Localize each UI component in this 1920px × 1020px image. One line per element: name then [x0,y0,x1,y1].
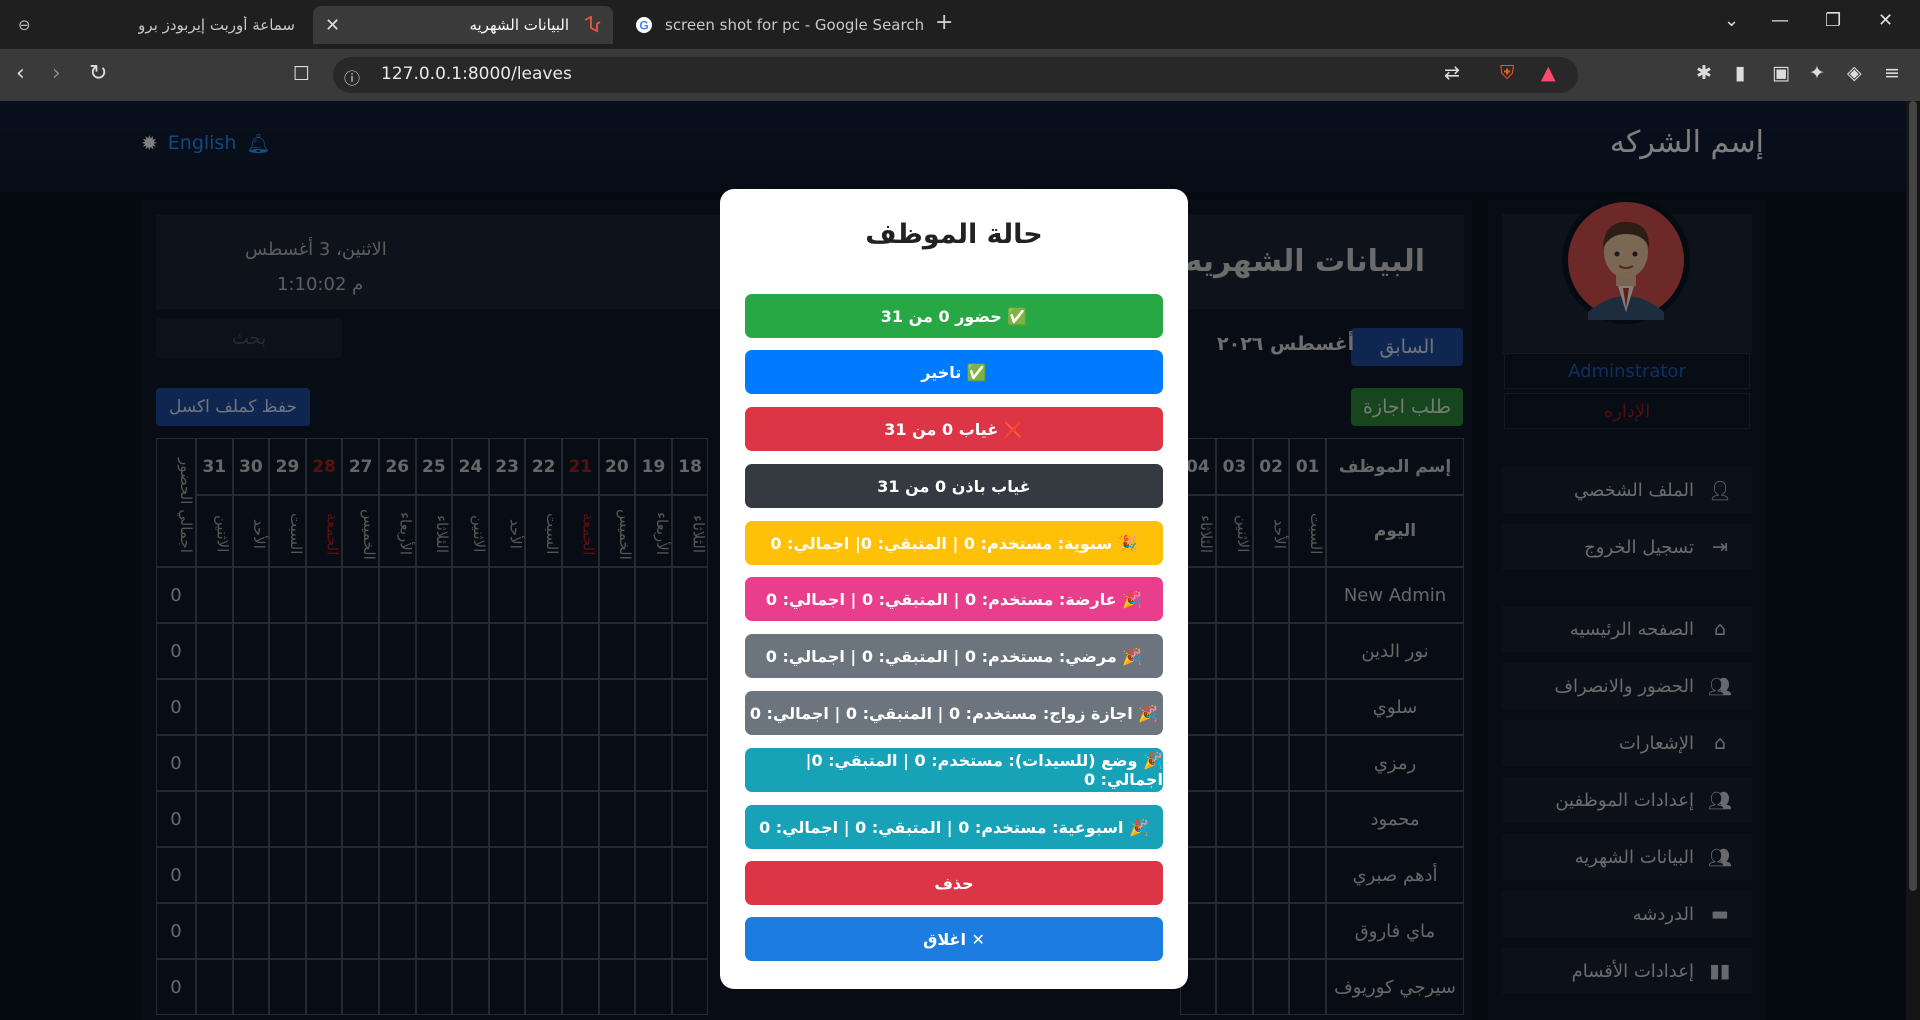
minimize-icon[interactable]: — [1771,10,1789,31]
brave-rewards-icon[interactable]: ▲ [1541,62,1556,84]
employee-status-modal: حالة الموظف ✅ حضور 0 من 31 ✅ تاخير ❌ غياب … [720,189,1188,989]
present-button[interactable]: ✅ حضور 0 من 31 [745,294,1163,338]
close-button[interactable]: ✕ اغلاق [745,917,1163,961]
tab-title: البيانات الشهريه [469,16,569,34]
marriage-leave-button[interactable]: 🎉 اجازة زواج: مستخدم: 0 | المتبقي: 0 | ا… [745,691,1163,735]
laravel-icon [583,16,601,34]
tab-google-search[interactable]: G screen shot for pc - Google Search [625,6,925,44]
bookmark-icon[interactable]: ☐ [293,63,310,85]
brave-shield-icon[interactable]: ⛨ [1500,62,1514,84]
back-icon[interactable]: ‹ [16,61,25,86]
close-window-icon[interactable]: ✕ [1878,10,1893,31]
translate-icon[interactable]: ⇄ [1444,62,1460,84]
weekly-leave-button[interactable]: 🎉 اسبوعية: مستخدم: 0 | المتبقي: 0 | اجما… [745,805,1163,849]
tab-title: سماعة أوربت إيربودز برو [138,16,295,34]
new-tab-button[interactable]: + [935,10,953,35]
sidebar-toggle-icon[interactable]: ▮ [1735,62,1745,84]
reload-icon[interactable]: ↻ [89,61,107,86]
browser-tabbar: ⊖ سماعة أوربت إيربودز برو ✕ البيانات الش… [0,0,1920,49]
tab-search-chevron-icon[interactable]: ⌄ [1724,10,1739,31]
site-info-icon[interactable]: ⓘ [344,65,360,89]
late-button[interactable]: ✅ تاخير [745,350,1163,394]
maternity-leave-button[interactable]: 🎉 وضع (للسيدات): مستخدم: 0 | المتبقي: 0|… [745,748,1163,792]
google-icon: G [635,16,653,34]
modal-title: حالة الموظف [865,219,1043,250]
restore-icon[interactable]: ❐ [1825,10,1841,31]
annual-leave-button[interactable]: 🎉 سنوية: مستخدم: 0 | المتبقي: 0| اجمالي:… [745,521,1163,565]
menu-icon[interactable]: ≡ [1884,62,1900,84]
delete-button[interactable]: حذف [745,861,1163,905]
tab-title: screen shot for pc - Google Search [665,16,925,34]
forward-icon[interactable]: › [52,61,61,86]
sick-leave-button[interactable]: 🎉 مرضي: مستخدم: 0 | المتبقي: 0 | اجمالي:… [745,634,1163,678]
url-text: 127.0.0.1:8000/leaves [381,64,572,84]
close-tab-icon[interactable]: ✕ [325,15,340,36]
wallet-icon[interactable]: ▣ [1772,62,1790,84]
absent-button[interactable]: ❌ غياب 0 من 31 [745,407,1163,451]
casual-leave-button[interactable]: 🎉 عارضة: مستخدم: 0 | المتبقي: 0 | اجمالي… [745,577,1163,621]
svg-text:G: G [639,19,648,33]
excused-absence-button[interactable]: غياب باذن 0 من 31 [745,464,1163,508]
browser-menu-icon[interactable]: ⊖ [18,6,42,44]
extensions-icon[interactable]: ✱ [1696,62,1712,84]
tab-monthly-data[interactable]: ✕ البيانات الشهريه [313,6,613,44]
tab-orbit-earbuds[interactable]: سماعة أوربت إيربودز برو [125,6,305,44]
leo-ai-icon[interactable]: ✦ [1809,62,1825,84]
vpn-icon[interactable]: ◈ [1847,62,1862,84]
